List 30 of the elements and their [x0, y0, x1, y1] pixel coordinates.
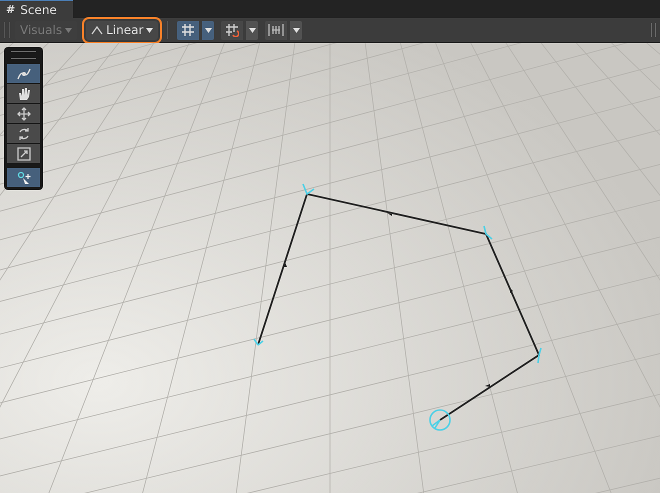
toggle-options-button[interactable] [202, 20, 214, 40]
grid-icon [181, 23, 196, 37]
grid-snap-toggle[interactable] [177, 20, 200, 40]
caret-icon [204, 28, 212, 32]
caret-icon [248, 28, 256, 32]
scale-tool-button[interactable] [7, 144, 40, 163]
linear-curve-icon [91, 25, 104, 35]
scale-icon [16, 146, 32, 160]
add-knot-tool-button[interactable] [7, 168, 40, 187]
hand-tool-button[interactable] [7, 84, 40, 103]
caret-icon [292, 28, 300, 32]
snap-increment-toggle[interactable] [221, 20, 244, 40]
spline-tool-button[interactable] [7, 64, 40, 83]
toolbar-grip[interactable] [4, 22, 10, 38]
scene-tab[interactable]: # Scene [0, 0, 73, 18]
spline-icon [16, 66, 32, 80]
toggle-options-button[interactable] [246, 20, 258, 40]
toolbar-grip[interactable] [651, 23, 656, 37]
align-icon [268, 23, 284, 37]
linear-dropdown[interactable]: Linear [86, 20, 158, 40]
toggle-options-button[interactable] [290, 20, 302, 40]
add-knot-icon [16, 170, 32, 184]
panel-grip[interactable] [11, 51, 36, 59]
grid-snap-icon [225, 23, 240, 37]
caret-icon [65, 28, 72, 32]
caret-icon [146, 28, 154, 32]
rotate-tool-button[interactable] [7, 124, 40, 143]
move-tool-button[interactable] [7, 104, 40, 123]
align-toggle[interactable] [265, 20, 288, 40]
move-icon [16, 106, 32, 120]
